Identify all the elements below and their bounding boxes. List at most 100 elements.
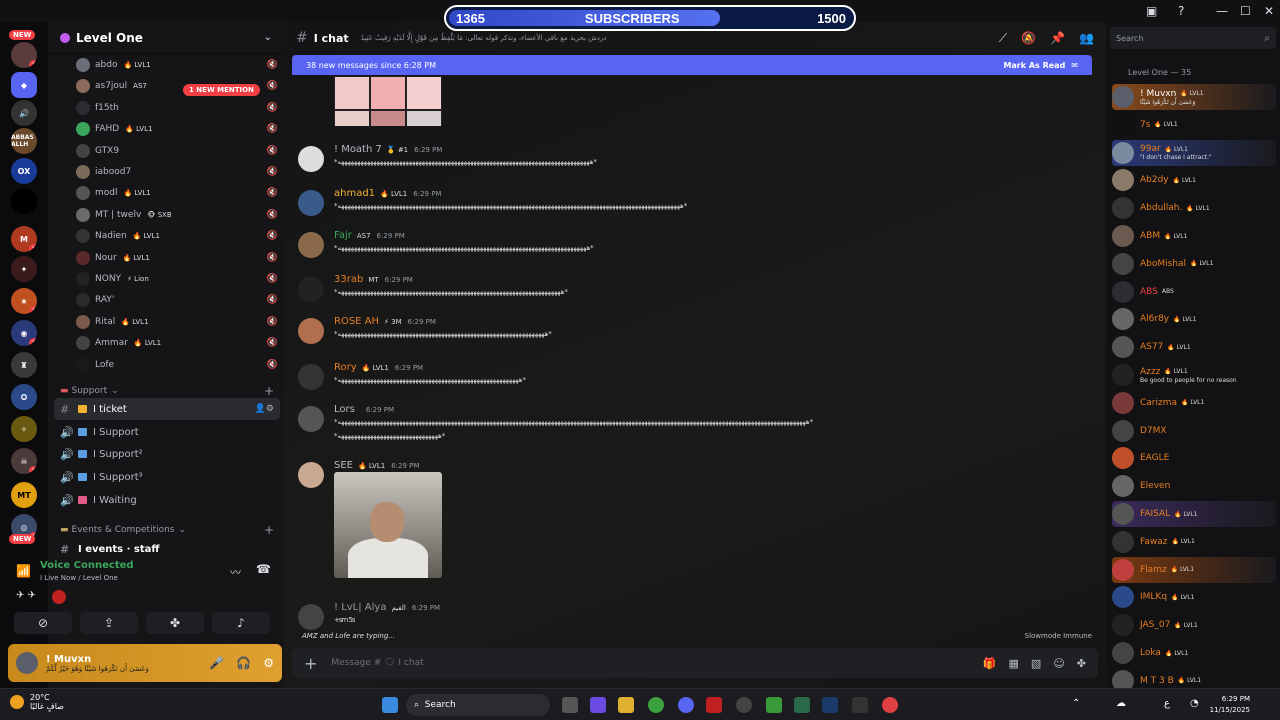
message-author[interactable]: ROSE AH bbox=[334, 316, 379, 327]
category-support[interactable]: ▬ Support ⌄ + bbox=[60, 384, 274, 398]
screen-share-button[interactable]: ⇪ bbox=[80, 612, 138, 634]
noise-suppression-icon[interactable]: 〰 bbox=[230, 564, 241, 580]
microphone-icon[interactable]: 🎤 bbox=[209, 656, 224, 670]
headphones-icon[interactable]: 🎧 bbox=[236, 656, 251, 670]
activity-icon[interactable]: ✈ ✈ bbox=[16, 590, 36, 601]
start-icon[interactable] bbox=[382, 697, 398, 713]
member-row[interactable]: ABS ABS bbox=[1112, 279, 1276, 305]
app-icon-back[interactable] bbox=[852, 697, 868, 713]
member-row[interactable]: ! Muvxn 🔥 LVL1 وَعَسَىٰ أَن تَكْرَهُوا شَي… bbox=[1112, 84, 1276, 110]
soundboard-button[interactable]: ♪ bbox=[212, 612, 270, 634]
avatar[interactable] bbox=[298, 604, 324, 630]
server-icon-ox[interactable]: OX bbox=[11, 158, 37, 184]
avatar[interactable] bbox=[298, 462, 324, 488]
maximize-button[interactable]: ☐ bbox=[1240, 4, 1251, 18]
avatar[interactable] bbox=[298, 406, 324, 432]
sticker-image-grid[interactable] bbox=[334, 76, 442, 126]
mute-icon[interactable]: 🔕 bbox=[1021, 31, 1036, 46]
clock[interactable]: 6:29 PM 11/15/2025 bbox=[1210, 694, 1250, 716]
server-icon-mt[interactable]: MT bbox=[11, 482, 37, 508]
avatar[interactable] bbox=[298, 190, 324, 216]
message-author[interactable]: ! Moath 7 bbox=[334, 144, 382, 155]
message-author[interactable]: Fajr bbox=[334, 230, 352, 241]
voice-user[interactable]: Nadien 🔥 LVL1 🔇 bbox=[76, 226, 278, 246]
server-icon-5[interactable]: ◉ 1 bbox=[11, 320, 37, 346]
avatar[interactable] bbox=[298, 232, 324, 258]
avatar[interactable] bbox=[16, 652, 38, 674]
threads-icon[interactable]: ⟋ bbox=[999, 31, 1007, 46]
steam-icon[interactable] bbox=[822, 697, 838, 713]
member-row[interactable]: EAGLE bbox=[1112, 445, 1276, 471]
chrome-icon[interactable] bbox=[648, 697, 664, 713]
close-button[interactable]: ✕ bbox=[1264, 4, 1274, 18]
server-icon-4[interactable]: ★ 1 bbox=[11, 288, 37, 314]
server-icon-7[interactable]: ✪ bbox=[11, 384, 37, 410]
message-author[interactable]: ahmad1 bbox=[334, 188, 375, 199]
member-row[interactable]: Azzz 🔥 LVL1 Be good to people for no reaso… bbox=[1112, 362, 1276, 388]
inbox-icon[interactable]: ▣ bbox=[1146, 4, 1157, 18]
voice-user[interactable]: MT | twelv 🐵 SXB 🔇 bbox=[76, 205, 278, 225]
sticker-icon[interactable]: ▧ bbox=[1031, 657, 1041, 670]
voice-user[interactable]: Ammar 🔥 LVL1 🔇 bbox=[76, 333, 278, 353]
server-icon-1[interactable]: 3 bbox=[11, 42, 37, 68]
message-author[interactable]: 33rab bbox=[334, 274, 363, 285]
member-row[interactable]: JAS_07 🔥 LVL1 bbox=[1112, 612, 1276, 638]
member-row[interactable]: ABM 🔥 LVL1 bbox=[1112, 223, 1276, 249]
guild-header[interactable]: Level One ⌄ bbox=[48, 22, 284, 54]
add-attachment-icon[interactable]: + bbox=[304, 654, 317, 673]
gear-icon[interactable]: ⚙ bbox=[263, 656, 274, 670]
voice-user[interactable]: NONY ⚡ Lion 🔇 bbox=[76, 269, 278, 289]
member-row[interactable]: IMLKq 🔥 LVL1 bbox=[1112, 584, 1276, 610]
app-icon-green[interactable] bbox=[794, 697, 810, 713]
member-row[interactable]: Fawaz 🔥 LVL1 bbox=[1112, 529, 1276, 555]
gift-icon[interactable]: 🎁 bbox=[983, 657, 997, 670]
member-row[interactable]: Carizma 🔥 LVL1 bbox=[1112, 390, 1276, 416]
wifi-icon[interactable]: ◔ bbox=[1190, 698, 1199, 709]
channel-support[interactable]: 🔊 I Support bbox=[54, 421, 280, 443]
search-input[interactable]: Search ⌕ bbox=[1110, 27, 1276, 49]
server-icon-9[interactable]: ☠ 2 bbox=[11, 448, 37, 474]
channel-settings-icon[interactable]: 👤⚙ bbox=[255, 404, 274, 414]
minimize-button[interactable]: — bbox=[1216, 4, 1228, 18]
member-row[interactable]: D7MX bbox=[1112, 418, 1276, 444]
category-events[interactable]: ▬ Events & Competitions ⌄ + bbox=[60, 523, 274, 537]
member-row[interactable]: AS77 🔥 LVL1 bbox=[1112, 334, 1276, 360]
channel-support-2[interactable]: 🔊 I Support² bbox=[54, 443, 280, 465]
member-row[interactable]: FAISAL 🔥 LVL1 bbox=[1112, 501, 1276, 527]
copilot-icon[interactable] bbox=[590, 697, 606, 713]
server-icon-3[interactable]: ✦ bbox=[11, 256, 37, 282]
chevron-up-icon[interactable]: ⌃ bbox=[1072, 698, 1080, 709]
new-mention-badge[interactable]: 1 NEW MENTION bbox=[183, 84, 260, 96]
weather-widget[interactable]: 20°C صافٍ غالبًا bbox=[10, 693, 64, 711]
member-row[interactable]: Ab2dy 🔥 LVL1 bbox=[1112, 167, 1276, 193]
member-row[interactable]: 7s 🔥 LVL1 bbox=[1112, 112, 1276, 138]
server-icon-dark[interactable] bbox=[11, 188, 37, 214]
cloud-icon[interactable]: ☁ bbox=[1116, 698, 1126, 709]
avatar[interactable] bbox=[298, 364, 324, 390]
member-row[interactable]: Flamz 🔥 LVL1 bbox=[1112, 556, 1276, 583]
nvidia-icon[interactable] bbox=[766, 697, 782, 713]
voice-channel-path[interactable]: I Live Now / Level One bbox=[40, 574, 118, 582]
message-author[interactable]: SEE bbox=[334, 460, 353, 471]
emoji-icon[interactable]: ☺ bbox=[1053, 657, 1064, 670]
server-icon-m[interactable]: M2 bbox=[11, 226, 37, 252]
server-icon-2[interactable]: 🔊 bbox=[11, 100, 37, 126]
avatar[interactable] bbox=[298, 146, 324, 172]
member-row[interactable]: AboMishal 🔥 LVL1 bbox=[1112, 251, 1276, 277]
server-icon-8[interactable]: ✧ bbox=[11, 416, 37, 442]
taskbar-search[interactable]: ⌕ Search bbox=[406, 694, 550, 716]
add-channel-icon[interactable]: + bbox=[264, 523, 274, 537]
voice-user[interactable]: RAY' 🔇 bbox=[76, 290, 278, 310]
app-icon-active[interactable] bbox=[882, 697, 898, 713]
task-view-icon[interactable] bbox=[562, 697, 578, 713]
message-author[interactable]: Lors bbox=[334, 404, 355, 415]
disconnect-icon[interactable]: ☎ bbox=[256, 562, 271, 576]
server-icon-abbas[interactable]: ABBAS ALLH bbox=[11, 128, 37, 154]
voice-user[interactable]: modl 🔥 LVL1 🔇 bbox=[76, 183, 278, 203]
voice-user[interactable]: abdo 🔥 LVL1 🔇 bbox=[76, 55, 278, 75]
channel-waiting[interactable]: 🔊 I Waiting bbox=[54, 489, 280, 511]
gif-icon[interactable]: ▦ bbox=[1009, 657, 1019, 670]
member-row[interactable]: Al6r8y 🔥 LVL1 bbox=[1112, 306, 1276, 332]
add-channel-icon[interactable]: + bbox=[264, 384, 274, 398]
file-explorer-icon[interactable] bbox=[618, 697, 634, 713]
